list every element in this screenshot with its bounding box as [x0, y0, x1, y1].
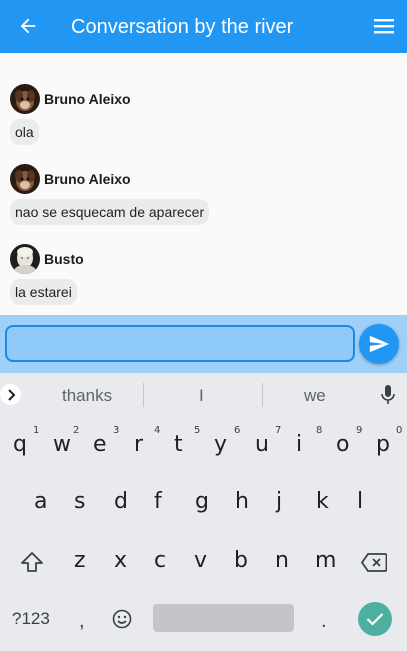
key-p[interactable]: p0	[376, 425, 406, 468]
shift-icon[interactable]	[20, 551, 44, 573]
checkmark-icon	[366, 613, 384, 626]
on-screen-keyboard: thanks I we q1w2e3 r4t5y6 u7 i8o9p0 asdfghj…	[0, 373, 407, 651]
key-g[interactable]: g	[195, 489, 221, 523]
key-r[interactable]: r4	[134, 425, 164, 468]
suggestion-word[interactable]: thanks	[62, 386, 112, 406]
arrow-left-icon[interactable]	[17, 15, 39, 37]
key-d[interactable]: d	[114, 489, 140, 523]
key-b[interactable]: b	[234, 548, 262, 582]
divider	[262, 383, 263, 407]
key-m[interactable]: m	[315, 548, 343, 582]
key-a[interactable]: a	[34, 489, 60, 523]
enter-button[interactable]	[358, 602, 392, 636]
key-t[interactable]: t5	[174, 425, 204, 468]
space-key[interactable]	[153, 604, 294, 632]
message-input[interactable]	[5, 325, 355, 362]
key-y[interactable]: y6	[214, 425, 244, 468]
key-x[interactable]: x	[114, 548, 142, 582]
key-j[interactable]: j	[276, 489, 302, 523]
message-item: Busto la estarei	[10, 244, 84, 305]
comma-key[interactable]: ,	[79, 610, 85, 633]
key-v[interactable]: v	[194, 548, 222, 582]
key-h[interactable]: h	[235, 489, 261, 523]
key-l[interactable]: l	[357, 489, 383, 523]
message-author: Bruno Aleixo	[44, 171, 131, 187]
message-author: Bruno Aleixo	[44, 91, 131, 107]
key-c[interactable]: c	[154, 548, 182, 582]
microphone-icon[interactable]	[381, 385, 395, 405]
message-item: Bruno Aleixo ola	[10, 84, 131, 145]
send-button[interactable]	[359, 324, 399, 364]
key-w[interactable]: w2	[53, 425, 83, 468]
period-key[interactable]: .	[321, 610, 327, 633]
message-item: Bruno Aleixo nao se esquecam de aparecer	[10, 164, 210, 225]
page-title: Conversation by the river	[71, 16, 294, 38]
key-s[interactable]: s	[74, 489, 100, 523]
divider	[143, 383, 144, 407]
key-u[interactable]: u7	[255, 425, 285, 468]
chevron-right-icon[interactable]	[0, 384, 21, 405]
key-i[interactable]: i8	[296, 425, 326, 468]
avatar	[10, 84, 40, 114]
key-z[interactable]: z	[74, 548, 102, 582]
message-composer	[0, 315, 407, 373]
message-author: Busto	[44, 251, 84, 267]
key-e[interactable]: e3	[93, 425, 123, 468]
symbols-key[interactable]: ?123	[12, 609, 50, 629]
key-n[interactable]: n	[275, 548, 303, 582]
avatar	[10, 164, 40, 194]
key-o[interactable]: o9	[336, 425, 366, 468]
key-f[interactable]: f	[154, 489, 180, 523]
avatar	[10, 244, 40, 274]
message-bubble: ola	[10, 119, 39, 145]
send-icon	[369, 335, 390, 353]
hamburger-menu-icon[interactable]	[374, 17, 394, 35]
suggestion-word[interactable]: I	[199, 386, 204, 406]
suggestion-strip: thanks I we	[0, 373, 407, 416]
message-bubble: la estarei	[10, 279, 77, 305]
key-q[interactable]: q1	[13, 425, 43, 468]
backspace-icon[interactable]	[361, 553, 387, 572]
key-k[interactable]: k	[316, 489, 342, 523]
message-list: Bruno Aleixo ola Bruno Aleixo nao se esq…	[0, 53, 407, 315]
suggestion-word[interactable]: we	[304, 386, 326, 406]
app-bar: Conversation by the river	[0, 0, 407, 53]
emoji-icon[interactable]	[112, 609, 132, 629]
message-bubble: nao se esquecam de aparecer	[10, 199, 210, 225]
